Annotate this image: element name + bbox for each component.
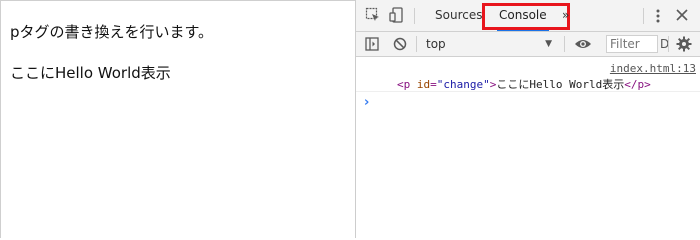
element-attr-value: "change" bbox=[436, 78, 490, 91]
devtools-tabbar: Sources Console » bbox=[356, 0, 700, 32]
context-label: top bbox=[426, 37, 446, 51]
tabbar-separator bbox=[643, 8, 644, 24]
page-viewport: pタグの書き換えを行います。 ここにHello World表示 bbox=[0, 0, 355, 238]
tabbar-separator bbox=[414, 8, 415, 24]
viewport-top-border bbox=[0, 0, 355, 1]
toolbar-separator bbox=[668, 36, 669, 52]
source-link[interactable]: index.html:13 bbox=[610, 62, 696, 75]
more-options-icon[interactable] bbox=[650, 8, 666, 24]
tab-sources[interactable]: Sources bbox=[435, 0, 482, 31]
toolbar-separator bbox=[564, 36, 565, 52]
paragraph-change: ここにHello World表示 bbox=[10, 64, 171, 82]
element-text: ここにHello World表示 bbox=[496, 78, 625, 91]
console-log-entry: index.html:13 <p id="change">ここにHello Wo… bbox=[356, 57, 700, 92]
console-highlight-box bbox=[482, 3, 570, 30]
device-toolbar-icon[interactable] bbox=[389, 7, 405, 23]
element-attr-name: id bbox=[416, 78, 431, 91]
close-icon[interactable] bbox=[675, 8, 689, 22]
gear-icon[interactable] bbox=[676, 36, 692, 52]
element-close-tag: </p> bbox=[624, 78, 651, 91]
clear-console-icon[interactable] bbox=[393, 37, 407, 51]
more-tabs-button[interactable]: » bbox=[562, 0, 569, 31]
show-sidebar-icon[interactable] bbox=[365, 37, 379, 51]
element-open-tag: <p bbox=[397, 78, 411, 91]
console-toolbar: top ▼ D bbox=[356, 32, 700, 57]
live-expression-eye-icon[interactable] bbox=[574, 37, 592, 51]
filter-input[interactable] bbox=[606, 35, 658, 53]
inspect-element-icon[interactable] bbox=[365, 7, 381, 23]
devtools-panel: Sources Console » top ▼ Filter D index.h… bbox=[356, 0, 700, 238]
logged-element[interactable]: <p id="change">ここにHello World表示</p> bbox=[397, 76, 651, 92]
paragraph-description: pタグの書き換えを行います。 bbox=[10, 23, 214, 41]
console-output: index.html:13 <p id="change">ここにHello Wo… bbox=[356, 57, 700, 238]
execution-context-select[interactable]: top ▼ bbox=[422, 34, 556, 54]
dropdown-arrow-icon: ▼ bbox=[545, 39, 552, 49]
console-prompt[interactable]: › bbox=[364, 95, 369, 110]
toolbar-separator bbox=[416, 36, 417, 52]
viewport-left-border bbox=[0, 0, 1, 238]
